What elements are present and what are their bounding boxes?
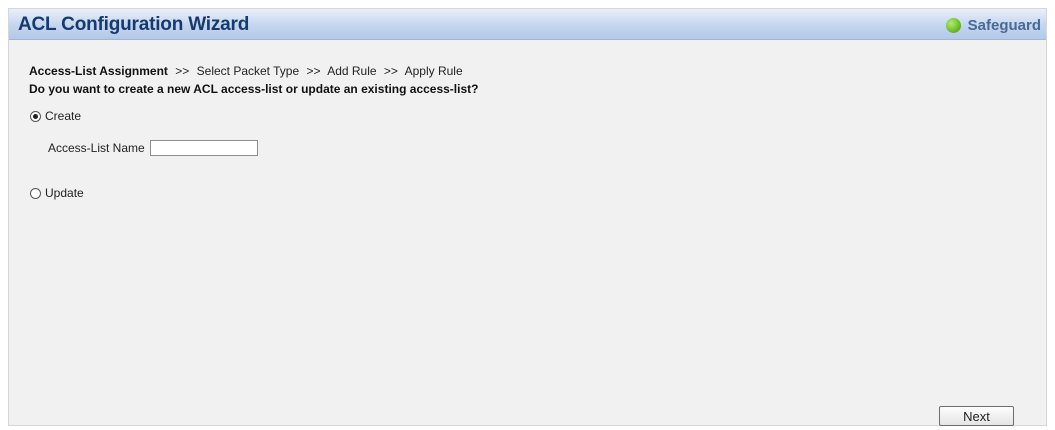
create-radio[interactable] [30, 110, 41, 122]
next-button[interactable]: Next [939, 406, 1014, 426]
safeguard-label: Safeguard [967, 16, 1041, 34]
access-list-name-label: Access-List Name [48, 141, 145, 155]
update-radio[interactable] [30, 187, 41, 199]
breadcrumb-step-apply-rule: Apply Rule [404, 64, 463, 78]
safeguard-indicator: Safeguard [945, 14, 1041, 36]
breadcrumb: Access-List Assignment >> Select Packet … [29, 64, 463, 78]
breadcrumb-separator: >> [175, 64, 190, 78]
title-bar: ACL Configuration Wizard Safeguard [9, 9, 1046, 40]
breadcrumb-current-step: Access-List Assignment [29, 64, 168, 78]
breadcrumb-separator: >> [306, 64, 321, 78]
safeguard-status-icon [945, 17, 961, 33]
create-label[interactable]: Create [45, 109, 81, 123]
access-list-name-input[interactable] [149, 140, 258, 156]
wizard-question: Do you want to create a new ACL access-l… [29, 82, 479, 96]
update-option[interactable]: Update [30, 186, 84, 200]
page-title: ACL Configuration Wizard [18, 14, 250, 35]
breadcrumb-step-select-packet-type: Select Packet Type [196, 64, 300, 78]
update-label[interactable]: Update [45, 186, 84, 200]
access-list-name-row: Access-List Name [48, 140, 258, 156]
wizard-panel: ACL Configuration Wizard Safeguard Acces… [8, 8, 1047, 426]
breadcrumb-separator: >> [383, 64, 398, 78]
create-option[interactable]: Create [30, 109, 81, 123]
breadcrumb-step-add-rule: Add Rule [327, 64, 377, 78]
